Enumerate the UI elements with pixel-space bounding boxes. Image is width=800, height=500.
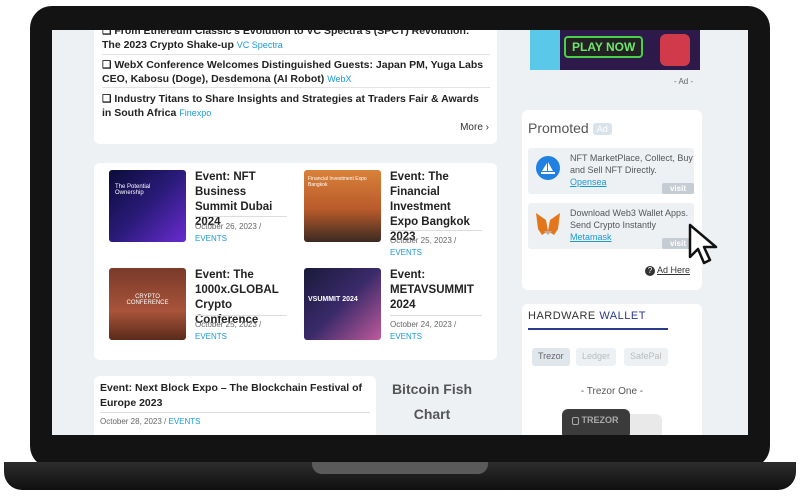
events-card: The Potential Ownership Event: NFT Busin… [94, 163, 497, 360]
event-date: October 25, 2023 / [195, 320, 262, 329]
news-source-link[interactable]: VC Spectra [237, 40, 283, 50]
event-date: October 26, 2023 / [195, 222, 262, 231]
event-date: October 28, 2023 / [100, 417, 167, 426]
question-icon: ? [644, 266, 655, 276]
heading-part-b: WALLET [599, 310, 646, 322]
promo-description: Download Web3 Wallet Apps. Send Crypto I… [570, 208, 689, 230]
event-title[interactable]: Event: METAVSUMMIT 2024 [390, 268, 482, 313]
fish-chart-title: Bitcoin Fish Chart [382, 377, 482, 427]
heading-part-a: HARDWARE [528, 310, 596, 322]
promoted-heading: Promoted Ad [528, 120, 612, 136]
trezor-device-image: TREZOR [562, 409, 630, 435]
news-item[interactable]: ❏ Industry Titans to Share Insights and … [102, 92, 490, 120]
promo-item[interactable]: NFT MarketPlace, Collect, Buy and Sell N… [528, 148, 694, 194]
play-now-button[interactable]: PLAY NOW [564, 36, 644, 58]
news-source-link[interactable]: Finexpo [179, 108, 211, 118]
ad-here-link[interactable]: ? Ad Here [644, 265, 690, 276]
event-category-link[interactable]: EVENTS [195, 234, 227, 243]
promoted-card: Promoted Ad NFT MarketPlace, Collect, Buy… [522, 110, 702, 290]
fish-chart-line2: Chart [413, 406, 451, 422]
news-source-link[interactable]: WebX [327, 74, 351, 84]
device-label: TREZOR [581, 415, 619, 425]
event-thumbnail[interactable]: The Potential Ownership [109, 170, 186, 242]
wallet-model-title: - Trezor One - [580, 386, 644, 397]
news-title[interactable]: ❏ Industry Titans to Share Insights and … [102, 93, 479, 119]
divider [195, 315, 287, 316]
news-list-card: ❏ From Ethereum Classic's Evolution to V… [94, 30, 497, 144]
heading-underline [528, 328, 668, 330]
event-category-link[interactable]: EVENTS [390, 248, 422, 257]
promo-link[interactable]: Opensea [570, 177, 607, 187]
opensea-icon [536, 156, 560, 180]
event-date: October 24, 2023 / [390, 320, 457, 329]
ad-label: - Ad - [674, 77, 694, 86]
event-row-card: Event: Next Block Expo – The Blockchain … [94, 376, 376, 435]
event-title[interactable]: Event: NFT Business Summit Dubai 2024 [195, 170, 287, 230]
thumbnail-caption: The Potential Ownership [115, 184, 151, 196]
divider [195, 216, 287, 217]
divider [100, 412, 370, 413]
news-title[interactable]: ❏ WebX Conference Welcomes Distinguished… [102, 59, 483, 85]
event-title[interactable]: Event: The Financial Investment Expo Ban… [390, 170, 482, 245]
visit-button[interactable]: visit [661, 183, 694, 194]
promoted-title: Promoted [528, 120, 589, 136]
event-date-row: October 28, 2023 / EVENTS [100, 417, 201, 426]
ad-badge: Ad [592, 123, 612, 136]
event-thumbnail[interactable]: Financial Investment Expo Bangkok [304, 170, 381, 242]
news-item[interactable]: ❏ WebX Conference Welcomes Distinguished… [102, 58, 490, 86]
ad-banner[interactable]: PLAY NOW [530, 30, 700, 70]
divider [102, 87, 490, 88]
divider [390, 315, 482, 316]
event-category-link[interactable]: EVENTS [169, 417, 201, 426]
divider [390, 230, 482, 231]
banner-art [530, 30, 560, 70]
hardware-wallet-heading: HARDWARE WALLET [528, 310, 646, 322]
laptop-notch [312, 462, 488, 474]
news-title[interactable]: ❏ From Ethereum Classic's Evolution to V… [102, 30, 469, 51]
ad-here-label[interactable]: Ad Here [657, 265, 690, 275]
promo-description: NFT MarketPlace, Collect, Buy and Sell N… [570, 153, 693, 175]
more-link[interactable]: More › [460, 122, 489, 133]
event-title[interactable]: Event: Next Block Expo – The Blockchain … [100, 381, 370, 411]
metamask-fox-icon [534, 211, 562, 237]
thumbnail-caption: CRYPTO CONFERENCE [126, 294, 169, 306]
news-item[interactable]: ❏ From Ethereum Classic's Evolution to V… [102, 30, 490, 52]
thumbnail-caption: Financial Investment Expo Bangkok [308, 176, 367, 188]
event-title[interactable]: Event: The 1000x.GLOBAL Crypto Conferenc… [195, 268, 287, 328]
banner-mascot [660, 34, 690, 66]
tab-trezor[interactable]: Trezor [532, 348, 570, 366]
tab-safepal[interactable]: SafePal [624, 348, 668, 366]
event-category-link[interactable]: EVENTS [195, 332, 227, 341]
hardware-wallet-card: HARDWARE WALLET Trezor Ledger SafePal - … [522, 304, 702, 435]
fish-chart-line1: Bitcoin Fish [391, 381, 473, 397]
event-category-link[interactable]: EVENTS [390, 332, 422, 341]
event-thumbnail[interactable]: CRYPTO CONFERENCE [109, 268, 186, 340]
browser-viewport[interactable]: ❏ From Ethereum Classic's Evolution to V… [52, 30, 748, 435]
event-date: October 25, 2023 / [390, 236, 457, 245]
promo-item[interactable]: Download Web3 Wallet Apps. Send Crypto I… [528, 203, 694, 249]
mouse-cursor-icon [688, 223, 718, 265]
tab-ledger[interactable]: Ledger [576, 348, 617, 366]
thumbnail-caption: VSUMMIT 2024 [308, 296, 358, 303]
divider [102, 54, 490, 55]
promo-link[interactable]: Metamask [570, 232, 612, 242]
lock-icon [572, 416, 579, 425]
event-thumbnail[interactable]: VSUMMIT 2024 [304, 268, 381, 340]
